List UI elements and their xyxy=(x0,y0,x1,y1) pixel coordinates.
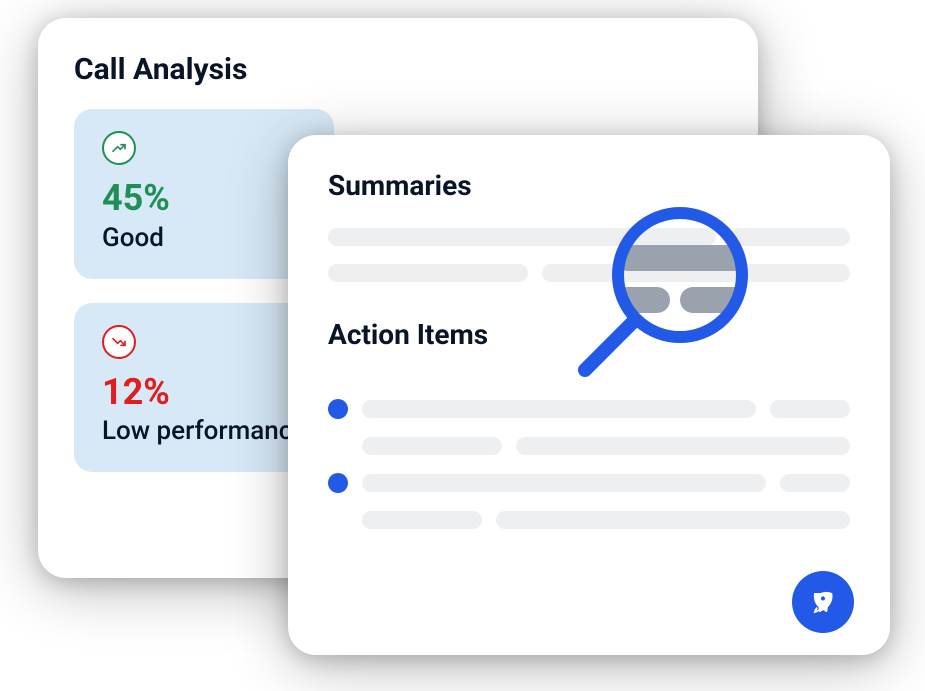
action-item-continued xyxy=(328,437,850,455)
summaries-skeleton xyxy=(328,228,850,282)
action-item xyxy=(328,473,850,493)
metric-low-value: 12% xyxy=(102,373,306,413)
call-analysis-title: Call Analysis xyxy=(74,52,722,87)
trend-up-icon xyxy=(102,131,136,165)
summaries-title: Summaries xyxy=(328,169,850,202)
launch-button[interactable] xyxy=(792,571,854,633)
rocket-icon xyxy=(808,587,838,617)
summaries-card: Summaries Action Items xyxy=(288,135,890,655)
metric-low-label: Low performance xyxy=(102,416,306,446)
trend-down-icon xyxy=(102,325,136,359)
metric-good-label: Good xyxy=(102,223,306,253)
action-items-section: Action Items xyxy=(328,318,850,529)
action-item xyxy=(328,399,850,419)
metric-good-value: 45% xyxy=(102,179,306,219)
action-item-continued xyxy=(328,511,850,529)
action-items-title: Action Items xyxy=(328,318,850,351)
bullet-icon xyxy=(328,399,348,419)
bullet-icon xyxy=(328,473,348,493)
